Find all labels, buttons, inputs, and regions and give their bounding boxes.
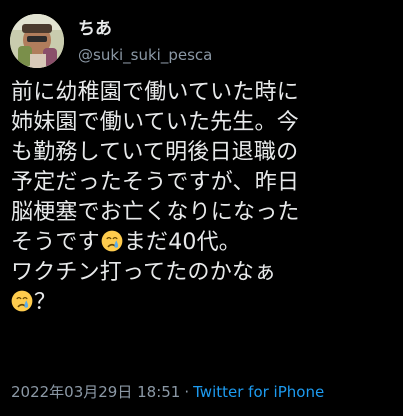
tweet-body: 前に幼稚園で働いていた時に 姉妹園で働いていた先生。今 も勤務していて明後日退職… — [11, 78, 403, 318]
tweet-line: そうです まだ40代。 — [11, 228, 403, 258]
tweet-line: 予定だったそうですが、昨日 — [11, 170, 300, 195]
author-handle[interactable]: @suki_suki_pesca — [78, 45, 212, 65]
tweet-line: 前に幼稚園で働いていた時に — [11, 80, 299, 105]
tweet-timestamp[interactable]: 2022年03月29日 18:51 — [11, 383, 180, 401]
tweet-card: ちあ @suki_suki_pesca 前に幼稚園で働いていた時に 姉妹園で働い… — [0, 0, 403, 416]
tweet-line: 姉妹園で働いていた先生。今 — [11, 110, 299, 135]
tweet-meta: 2022年03月29日 18:51 · Twitter for iPhone — [11, 382, 324, 402]
tweet-text: そうです — [11, 230, 100, 255]
tweet-text: まだ40代。 — [123, 230, 242, 255]
crying-face-icon — [11, 290, 33, 312]
tweet-line: も勤務していて明後日退職の — [11, 140, 299, 165]
crying-face-icon — [101, 230, 123, 252]
author-display-name[interactable]: ちあ — [78, 19, 112, 39]
tweet-line: ワクチン打ってたのかなぁ — [11, 260, 277, 285]
meta-separator: · — [184, 383, 190, 401]
tweet-line: 脳梗塞でお亡くなりになった — [11, 200, 300, 225]
avatar[interactable] — [10, 14, 64, 68]
tweet-text: ？ — [34, 290, 57, 315]
avatar-photo-icon — [10, 14, 64, 68]
tweet-line: ？ — [11, 288, 403, 318]
tweet-source-link[interactable]: Twitter for iPhone — [193, 383, 324, 401]
